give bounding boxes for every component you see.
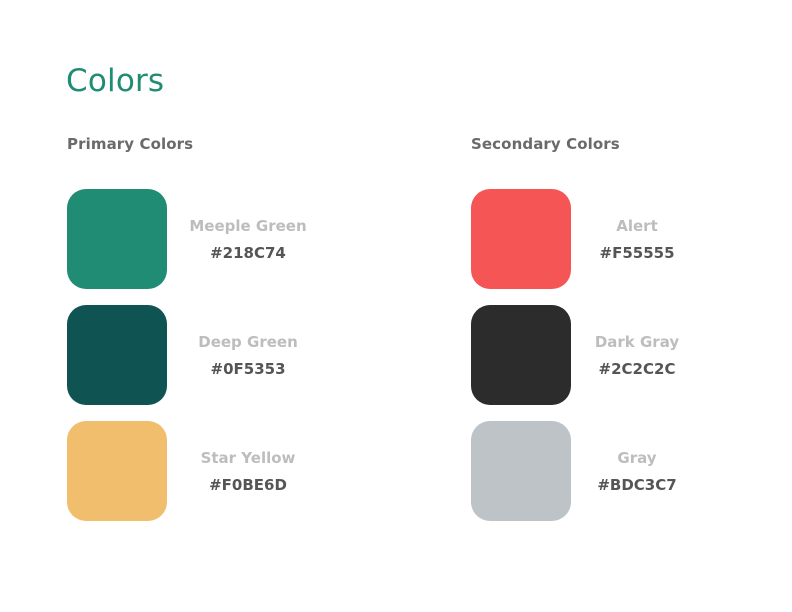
color-hex: #0F5353 [210, 360, 286, 378]
color-name: Meeple Green [189, 217, 307, 235]
color-info: Star Yellow #F0BE6D [167, 421, 329, 521]
color-info: Dark Gray #2C2C2C [571, 305, 703, 405]
primary-colors-heading: Primary Colors [67, 135, 194, 153]
color-swatch [471, 305, 571, 405]
secondary-colors-heading: Secondary Colors [471, 135, 620, 153]
color-swatch [67, 421, 167, 521]
color-hex: #BDC3C7 [597, 476, 677, 494]
color-hex: #F0BE6D [209, 476, 287, 494]
color-swatch [471, 421, 571, 521]
color-swatch [67, 189, 167, 289]
color-name: Deep Green [198, 333, 298, 351]
color-info: Meeple Green #218C74 [167, 189, 329, 289]
color-info: Deep Green #0F5353 [167, 305, 329, 405]
color-info: Alert #F55555 [571, 189, 703, 289]
color-name: Gray [617, 449, 657, 467]
color-hex: #218C74 [210, 244, 286, 262]
color-hex: #F55555 [599, 244, 675, 262]
page-title: Colors [66, 63, 165, 99]
color-name: Star Yellow [200, 449, 296, 467]
color-hex: #2C2C2C [598, 360, 676, 378]
color-info: Gray #BDC3C7 [571, 421, 703, 521]
color-swatch [471, 189, 571, 289]
color-name: Dark Gray [594, 333, 680, 351]
color-name: Alert [616, 217, 658, 235]
color-swatch [67, 305, 167, 405]
